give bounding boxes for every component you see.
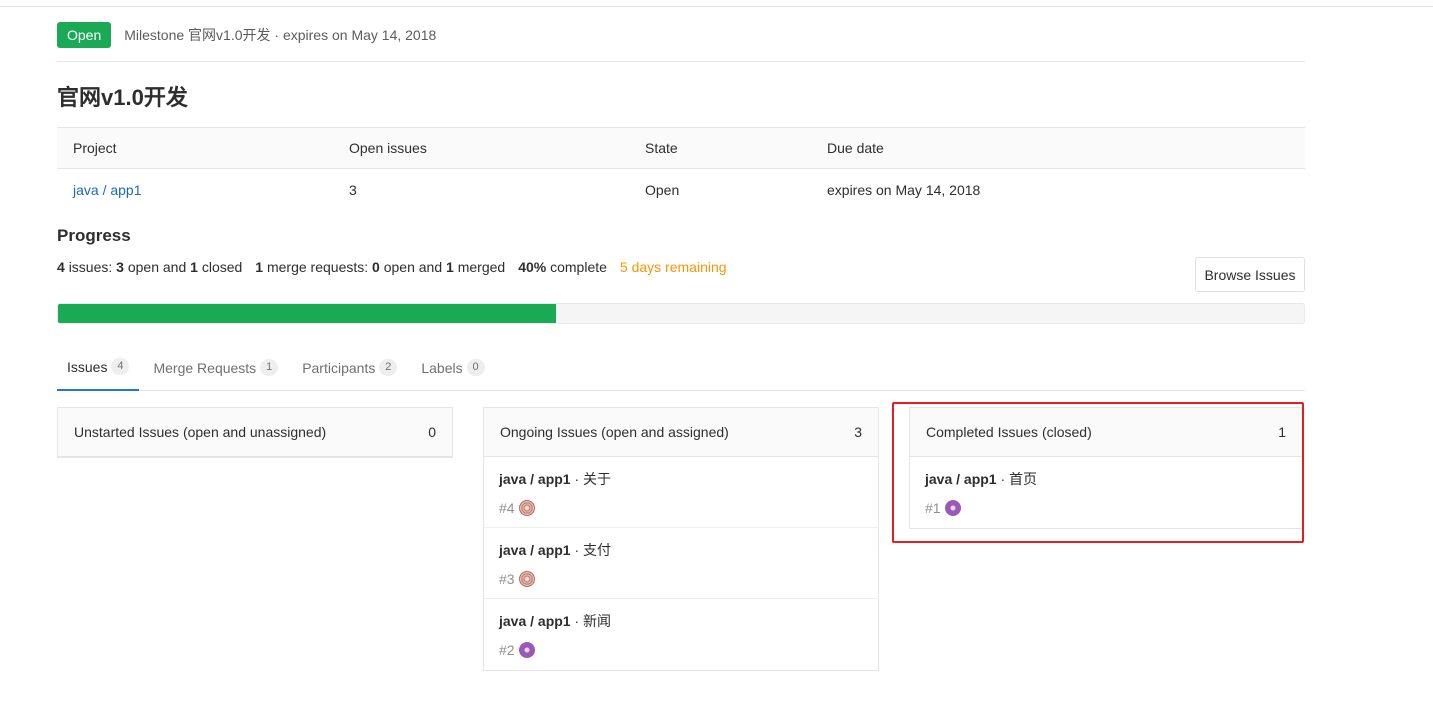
issues-stats: 4 issues: 3 open and 1 closed [57,259,243,275]
browse-issues-button[interactable]: Browse Issues [1195,257,1305,292]
avatar[interactable] [518,571,535,587]
milestone-header-text: Milestone 官网v1.0开发 · expires on May 14, … [124,27,437,43]
unstarted-issues-panel: Unstarted Issues (open and unassigned) 0 [57,407,453,458]
issue-number: #3 [499,571,515,587]
issue-number: #1 [925,500,941,516]
issue-number: #4 [499,500,515,516]
list-item[interactable]: java / app1 · 首页 #1 [910,457,1302,528]
progress-stats: 4 issues: 3 open and 1 closed 1 merge re… [57,259,727,275]
issue-project: java / app1 [499,542,571,558]
progress-bar-fill [58,304,557,323]
header-open-issues: Open issues [349,140,427,156]
list-item[interactable]: java / app1 · 支付 #3 [484,528,878,599]
progress-bar [57,303,1305,324]
panel-count: 3 [854,424,862,440]
header-project: Project [73,140,117,156]
panel-title: Completed Issues (closed) [926,424,1092,440]
header-divider [57,61,1305,62]
top-divider [0,6,1433,7]
state-value: Open [645,181,680,198]
avatar[interactable] [518,642,535,658]
panel-header: Completed Issues (closed) 1 [910,408,1302,457]
issue-project: java / app1 [499,613,571,629]
project-link[interactable]: java / app1 [73,182,142,198]
issue-title-link[interactable]: 关于 [583,471,611,487]
panel-header: Ongoing Issues (open and assigned) 3 [484,408,878,457]
header-due-date: Due date [827,140,884,156]
avatar[interactable] [518,500,535,516]
tab-count: 2 [379,359,398,376]
due-date-value: expires on May 14, 2018 [827,181,981,198]
days-remaining: 5 days remaining [619,259,727,275]
ongoing-issues-panel: Ongoing Issues (open and assigned) 3 jav… [483,407,879,671]
issue-title-link[interactable]: 首页 [1009,471,1037,487]
issue-number: #2 [499,642,515,658]
status-badge: Open [57,22,112,48]
header-state: State [645,140,678,156]
milestone-header: Open Milestone 官网v1.0开发 · expires on May… [57,22,436,48]
avatar[interactable] [944,500,961,516]
milestone-info-table: Project Open issues State Due date java … [57,127,1305,210]
completed-issues-panel: Completed Issues (closed) 1 java / app1 … [909,407,1303,529]
percent-complete: 40% complete [518,259,607,275]
panel-count: 1 [1278,424,1286,440]
list-item[interactable]: java / app1 · 新闻 #2 [484,599,878,670]
issue-project: java / app1 [499,471,571,487]
table-header-row: Project Open issues State Due date [57,128,1305,169]
tab-merge-requests[interactable]: Merge Requests 1 [143,344,288,391]
tab-count: 1 [260,359,279,376]
issue-title-link[interactable]: 新闻 [583,613,611,629]
tab-issues[interactable]: Issues 4 [57,344,140,391]
panel-count: 0 [428,424,436,440]
page-title: 官网v1.0开发 [57,85,188,110]
list-item[interactable]: java / app1 · 关于 #4 [484,457,878,528]
tab-labels[interactable]: Labels 0 [411,344,494,391]
panel-header: Unstarted Issues (open and unassigned) 0 [58,408,452,457]
progress-title: Progress [57,226,131,245]
merge-request-stats: 1 merge requests: 0 open and 1 merged [255,259,506,275]
issue-project: java / app1 [925,471,997,487]
panel-title: Ongoing Issues (open and assigned) [500,424,729,440]
table-row: java / app1 3 Open expires on May 14, 20… [57,169,1305,210]
tab-participants[interactable]: Participants 2 [292,344,407,391]
tab-count: 4 [111,358,130,375]
issue-title-link[interactable]: 支付 [583,542,611,558]
milestone-tabs: Issues 4 Merge Requests 1 Participants 2 La… [57,344,1305,391]
open-issues-value: 3 [349,181,357,198]
panel-title: Unstarted Issues (open and unassigned) [74,424,327,440]
tab-count: 0 [466,359,485,376]
